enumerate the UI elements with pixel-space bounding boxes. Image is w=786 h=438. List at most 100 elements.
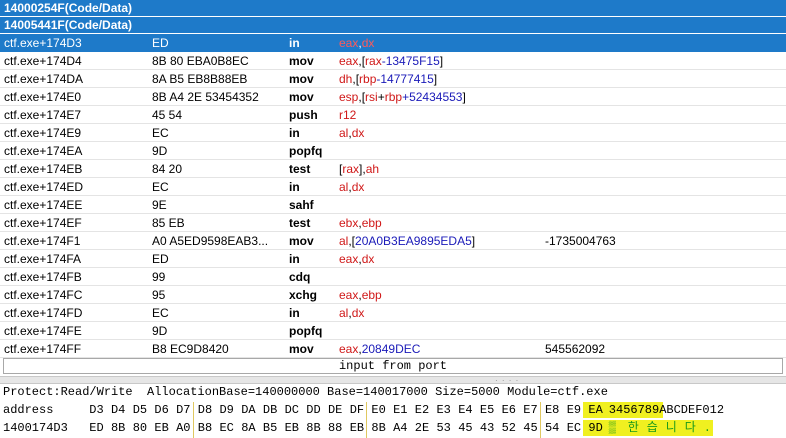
- hex-byte[interactable]: B8: [195, 420, 216, 436]
- instruction-row[interactable]: ctf.exe+174EB 84 20 test [rax],ah: [0, 160, 786, 178]
- hex-column-label: D9: [219, 403, 234, 417]
- register-operand: rax: [342, 162, 360, 176]
- operands-cell: al,dx: [339, 304, 364, 322]
- instruction-row[interactable]: ctf.exe+174DA 8A B5 EB8B88EB mov dh,[rbp-14…: [0, 70, 786, 88]
- bytes-cell: 85 EB: [152, 216, 185, 230]
- hex-byte[interactable]: EC: [563, 420, 584, 436]
- numeric-operand: 20A0B3EA9895EDA5: [355, 234, 472, 248]
- bytes-cell: ED: [152, 252, 169, 266]
- hex-column-label: DC: [284, 403, 299, 417]
- hex-byte[interactable]: 8B: [303, 420, 324, 436]
- hex-column-label: E3: [436, 403, 451, 417]
- ascii-char[interactable]: 니: [666, 420, 677, 436]
- instruction-row[interactable]: ctf.exe+174FF B8 EC9D8420 mov eax,20849DEC 5…: [0, 340, 786, 358]
- hex-byte[interactable]: A4: [390, 420, 411, 436]
- bytes-cell: EC: [152, 126, 169, 140]
- hex-column-label: DA: [241, 403, 256, 417]
- instruction-row[interactable]: ctf.exe+174EF 85 EB test ebx,ebp: [0, 214, 786, 232]
- hex-column-label: E0: [371, 403, 386, 417]
- numeric-operand: -13475F15: [381, 54, 440, 68]
- operand-punctuation: ,[: [348, 234, 356, 248]
- instruction-description-text: input from port: [338, 359, 448, 373]
- hex-byte[interactable]: 54: [542, 420, 563, 436]
- operand-punctuation: ]: [471, 234, 476, 248]
- ascii-char[interactable]: 습: [647, 420, 658, 436]
- bytes-cell: 9D: [152, 144, 168, 158]
- hex-byte[interactable]: 8B: [108, 420, 129, 436]
- address-cell: ctf.exe+174ED: [4, 180, 84, 194]
- hex-byte[interactable]: EC: [216, 420, 237, 436]
- numeric-operand: +52434553: [402, 90, 463, 104]
- instruction-row[interactable]: ctf.exe+174FB 99 cdq: [0, 268, 786, 286]
- instruction-row[interactable]: ctf.exe+174FD EC in al,dx: [0, 304, 786, 322]
- operands-cell: r12: [339, 106, 356, 124]
- ascii-char[interactable]: 한: [628, 420, 639, 436]
- numeric-operand: 20849DEC: [361, 342, 421, 356]
- register-operand: dx: [361, 36, 375, 50]
- hex-byte[interactable]: 2E: [412, 420, 433, 436]
- instruction-row[interactable]: ctf.exe+174E0 8B A4 2E 53454352 mov esp,[rs…: [0, 88, 786, 106]
- pane-splitter[interactable]: · · · ·: [0, 376, 786, 385]
- instruction-row[interactable]: ctf.exe+174E9 EC in al,dx: [0, 124, 786, 142]
- operands-cell: eax,dx: [339, 250, 374, 268]
- instruction-description: input from port: [3, 358, 783, 374]
- hex-byte[interactable]: 45: [455, 420, 476, 436]
- hex-byte[interactable]: ED: [86, 420, 107, 436]
- hex-view[interactable]: Protect:Read/Write AllocationBase=140000…: [0, 384, 786, 438]
- register-operand: dh: [339, 72, 353, 86]
- hex-column-header: address D3 D4 D5 D6 D7 D8 D9 DA DB DC DD DE DF E0 E1 E2 E…: [3, 402, 786, 418]
- hex-group-separator: [192, 402, 194, 438]
- disassembler-view[interactable]: 14000254F(Code/Data) 14005441F(Code/Data)…: [0, 0, 786, 358]
- hex-byte[interactable]: A0: [173, 420, 194, 436]
- operands-cell: eax,ebp: [339, 286, 382, 304]
- operands-cell: esp,[rsi+rbp+52434553]: [339, 88, 466, 106]
- instruction-row[interactable]: ctf.exe+174FC 95 xchg eax,ebp: [0, 286, 786, 304]
- row-address: 1400174D3: [3, 421, 68, 435]
- ascii-char[interactable]: ▒: [609, 420, 616, 436]
- hex-byte[interactable]: 52: [498, 420, 519, 436]
- address-cell: ctf.exe+174D4: [4, 54, 82, 68]
- register-operand: ah: [365, 162, 380, 176]
- instruction-row[interactable]: ctf.exe+174E7 45 54 push r12: [0, 106, 786, 124]
- hex-byte[interactable]: B5: [260, 420, 281, 436]
- instruction-row[interactable]: ctf.exe+174FE 9D popfq: [0, 322, 786, 340]
- instruction-row-selected[interactable]: ctf.exe+174D3 ED in eax,dx: [0, 34, 786, 52]
- hex-byte[interactable]: 80: [129, 420, 150, 436]
- hex-byte[interactable]: 8B: [368, 420, 389, 436]
- ascii-char[interactable]: 다: [685, 420, 696, 436]
- register-operand: rbp: [359, 72, 377, 86]
- hex-row[interactable]: 1400174D3 ED 8B 80 EB A0 B8 EC 8A B5 EB 8B 88 EB 8B A4 2…: [3, 420, 786, 436]
- bytes-cell: ED: [152, 36, 169, 50]
- hex-byte[interactable]: 45: [520, 420, 541, 436]
- hex-byte[interactable]: EB: [346, 420, 367, 436]
- hex-byte[interactable]: 88: [325, 420, 346, 436]
- hex-byte[interactable]: 53: [433, 420, 454, 436]
- instruction-row[interactable]: ctf.exe+174EA 9D popfq: [0, 142, 786, 160]
- address-cell: ctf.exe+174F1: [4, 234, 81, 248]
- hex-byte[interactable]: 8A: [238, 420, 259, 436]
- bytes-cell: 45 54: [152, 108, 183, 122]
- instruction-row[interactable]: ctf.exe+174ED EC in al,dx: [0, 178, 786, 196]
- instruction-row[interactable]: ctf.exe+174D4 8B 80 EBA0B8EC mov eax,[rax-1…: [0, 52, 786, 70]
- instruction-row[interactable]: ctf.exe+174FA ED in eax,dx: [0, 250, 786, 268]
- ascii-char[interactable]: .: [704, 420, 711, 436]
- hex-column-label: E2: [414, 403, 430, 417]
- mnemonic-cell: in: [289, 306, 300, 320]
- hex-byte[interactable]: 9D: [585, 420, 606, 436]
- address-cell: ctf.exe+174FC: [4, 288, 83, 302]
- hex-byte[interactable]: 43: [477, 420, 498, 436]
- instruction-row[interactable]: ctf.exe+174F1 A0 A5ED9598EAB3... mov al,[20…: [0, 232, 786, 250]
- operand-punctuation: ],: [359, 162, 366, 176]
- instruction-row[interactable]: ctf.exe+174EE 9E sahf: [0, 196, 786, 214]
- hex-column-label: D8: [197, 403, 213, 417]
- address-cell: ctf.exe+174EF: [4, 216, 82, 230]
- hex-byte[interactable]: EB: [281, 420, 302, 436]
- comment-cell: -1735004763: [545, 234, 616, 248]
- hex-column-label: E8: [544, 403, 560, 417]
- mnemonic-cell: popfq: [289, 324, 323, 338]
- operand-punctuation: ]: [462, 90, 466, 104]
- hex-column-label: D3: [89, 403, 104, 417]
- bytes-cell: 8B 80 EBA0B8EC: [152, 54, 249, 68]
- comment-cell: 545562092: [545, 342, 606, 356]
- hex-byte[interactable]: EB: [151, 420, 172, 436]
